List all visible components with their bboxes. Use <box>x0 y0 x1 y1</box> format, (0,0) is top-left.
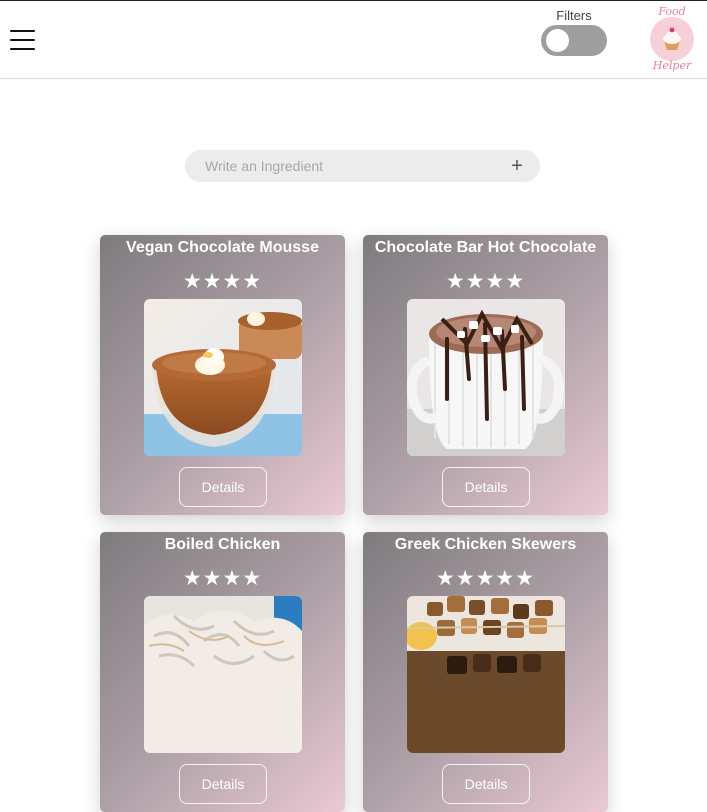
details-button[interactable]: Details <box>442 467 530 507</box>
recipe-title: Boiled Chicken <box>164 536 281 553</box>
filters-toggle[interactable] <box>541 25 607 56</box>
recipe-card-boiled-chicken[interactable]: Boiled Chicken ★★★★ Details <box>100 532 345 812</box>
ingredient-search: + <box>185 150 540 182</box>
menu-icon-bar <box>10 48 35 50</box>
food-helper-logo[interactable]: Food Helper <box>648 5 696 75</box>
recipe-card-vegan-chocolate-mousse[interactable]: Vegan Chocolate Mousse ★★★★ Details <box>100 235 345 515</box>
logo-circle <box>650 17 694 61</box>
star-rating: ★★★★ <box>182 270 263 293</box>
cupcake-icon <box>663 27 681 50</box>
recipe-title: Chocolate Bar Hot Chocolate <box>374 239 597 256</box>
recipe-image <box>407 596 565 753</box>
details-button[interactable]: Details <box>179 764 267 804</box>
recipe-title: Vegan Chocolate Mousse <box>126 239 319 256</box>
ingredient-input[interactable] <box>205 150 505 182</box>
filters-label: Filters <box>556 8 592 23</box>
plus-icon[interactable]: + <box>508 154 526 178</box>
recipe-card-chocolate-bar-hot-chocolate[interactable]: Chocolate Bar Hot Chocolate ★★★★ Details <box>363 235 608 515</box>
recipe-title: Greek Chicken Skewers <box>394 536 577 553</box>
star-rating: ★★★★ <box>445 270 526 293</box>
recipe-image <box>144 596 302 753</box>
star-rating: ★★★★★ <box>435 567 536 590</box>
recipe-card-greek-chicken-skewers[interactable]: Greek Chicken Skewers ★★★★★ Details <box>363 532 608 812</box>
recipe-image <box>407 299 565 456</box>
filters-toggle-knob <box>546 29 569 52</box>
menu-icon[interactable] <box>10 30 36 52</box>
menu-icon-bar <box>10 39 35 41</box>
menu-icon-bar <box>10 30 35 32</box>
recipe-image <box>144 299 302 456</box>
logo-text-helper: Helper <box>652 59 692 72</box>
star-rating: ★★★★ <box>182 567 263 590</box>
app-header: Filters Food Helper <box>0 1 707 79</box>
details-button[interactable]: Details <box>179 467 267 507</box>
details-button[interactable]: Details <box>442 764 530 804</box>
